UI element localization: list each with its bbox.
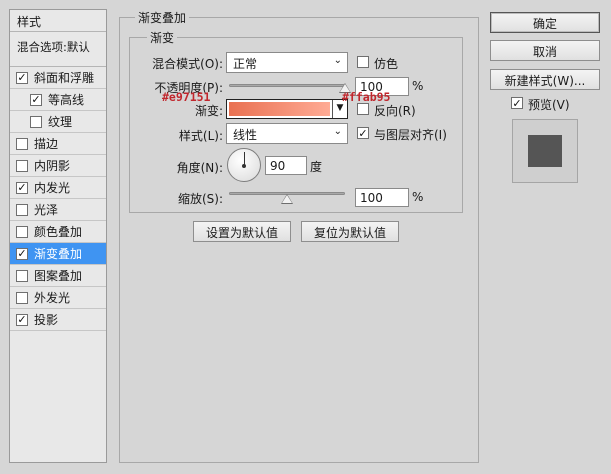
style-item-contour[interactable]: ✓ 等高线 — [10, 89, 106, 111]
scale-label: 缩放(S): — [177, 192, 223, 206]
gradient-picker[interactable]: ▼ — [226, 99, 348, 119]
scale-slider-thumb[interactable] — [282, 195, 292, 203]
style-item-texture[interactable]: 纹理 — [10, 111, 106, 133]
angle-unit: 度 — [310, 160, 323, 174]
blend-mode-value: 正常 — [233, 57, 258, 71]
gradient-subgroup-title: 渐变 — [147, 29, 178, 46]
outer-glow-checkbox[interactable] — [16, 291, 28, 304]
scale-input[interactable]: 100 — [355, 188, 409, 207]
blending-options-item[interactable]: 混合选项:默认 — [10, 32, 106, 67]
chevron-down-icon: ⌄ — [333, 126, 342, 137]
style-item-label: 内发光 — [34, 181, 71, 195]
ok-button[interactable]: 确定 — [490, 12, 600, 33]
blend-mode-label: 混合模式(O): — [152, 57, 223, 71]
preview-label: 预览(V) — [528, 98, 570, 112]
inner-glow-checkbox[interactable]: ✓ — [16, 181, 28, 194]
gradient-preview-swatch[interactable] — [229, 102, 330, 116]
dither-checkbox[interactable] — [357, 56, 369, 68]
angle-input[interactable]: 90 — [265, 156, 307, 175]
reverse-checkbox[interactable] — [357, 103, 369, 115]
new-style-button[interactable]: 新建样式(W)... — [490, 69, 600, 90]
gradient-overlay-title: 渐变叠加 — [135, 9, 190, 26]
style-item-color-overlay[interactable]: 颜色叠加 — [10, 221, 106, 243]
style-item-label: 投影 — [34, 313, 59, 327]
style-item-label: 图案叠加 — [34, 269, 83, 283]
style-item-label: 纹理 — [48, 115, 73, 129]
style-item-outer-glow[interactable]: 外发光 — [10, 287, 106, 309]
style-item-label: 渐变叠加 — [34, 247, 83, 261]
style-item-label: 颜色叠加 — [34, 225, 83, 239]
preview-square — [528, 135, 562, 167]
gradient-overlay-checkbox[interactable]: ✓ — [16, 247, 28, 260]
style-item-label: 描边 — [34, 137, 59, 151]
pattern-overlay-checkbox[interactable] — [16, 269, 28, 282]
angle-label: 角度(N): — [176, 161, 223, 175]
bevel-emboss-checkbox[interactable]: ✓ — [16, 71, 28, 84]
scale-unit: % — [412, 190, 424, 204]
style-item-label: 斜面和浮雕 — [34, 71, 95, 85]
start-color-annotation: #e97151 — [162, 90, 211, 104]
stroke-checkbox[interactable] — [16, 137, 28, 150]
dither-label: 仿色 — [374, 57, 399, 71]
color-overlay-checkbox[interactable] — [16, 225, 28, 238]
inner-shadow-checkbox[interactable] — [16, 159, 28, 172]
style-item-bevel-emboss[interactable]: ✓ 斜面和浮雕 — [10, 67, 106, 89]
gradient-style-value: 线性 — [233, 128, 258, 142]
gradient-style-select[interactable]: 线性 ⌄ — [226, 123, 348, 144]
reset-to-default-button[interactable]: 复位为默认值 — [301, 221, 399, 242]
end-color-annotation: #ffab95 — [342, 90, 391, 104]
style-preview-thumbnail — [512, 119, 578, 183]
contour-checkbox[interactable]: ✓ — [30, 93, 42, 106]
style-item-inner-shadow[interactable]: 内阴影 — [10, 155, 106, 177]
style-item-label: 外发光 — [34, 291, 71, 305]
style-label: 样式(L): — [178, 129, 223, 143]
align-with-layer-label: 与图层对齐(I) — [374, 128, 447, 142]
gradient-label: 渐变: — [194, 104, 223, 118]
texture-checkbox[interactable] — [30, 115, 42, 128]
style-item-stroke[interactable]: 描边 — [10, 133, 106, 155]
styles-header[interactable]: 样式 — [10, 10, 106, 32]
style-item-gradient-overlay[interactable]: ✓ 渐变叠加 — [10, 243, 106, 265]
style-item-label: 等高线 — [48, 93, 85, 107]
set-as-default-button[interactable]: 设置为默认值 — [193, 221, 291, 242]
angle-dial-center — [242, 164, 246, 168]
opacity-slider-track[interactable] — [229, 84, 345, 87]
style-item-label: 光泽 — [34, 203, 59, 217]
style-item-drop-shadow[interactable]: ✓ 投影 — [10, 309, 106, 331]
blend-mode-select[interactable]: 正常 ⌄ — [226, 52, 348, 73]
style-item-pattern-overlay[interactable]: 图案叠加 — [10, 265, 106, 287]
preview-checkbox[interactable]: ✓ — [511, 97, 523, 109]
align-with-layer-checkbox[interactable]: ✓ — [357, 127, 369, 139]
drop-shadow-checkbox[interactable]: ✓ — [16, 313, 28, 326]
style-item-inner-glow[interactable]: ✓ 内发光 — [10, 177, 106, 199]
style-item-satin[interactable]: 光泽 — [10, 199, 106, 221]
styles-list-panel: 样式 混合选项:默认 ✓ 斜面和浮雕 ✓ 等高线 纹理 描边 内阴影 ✓ 内发光… — [9, 9, 107, 463]
satin-checkbox[interactable] — [16, 203, 28, 216]
style-item-label: 内阴影 — [34, 159, 71, 173]
chevron-down-icon: ⌄ — [333, 55, 342, 66]
angle-dial[interactable] — [227, 148, 261, 182]
cancel-button[interactable]: 取消 — [490, 40, 600, 61]
reverse-label: 反向(R) — [374, 104, 416, 118]
opacity-unit: % — [412, 79, 424, 93]
